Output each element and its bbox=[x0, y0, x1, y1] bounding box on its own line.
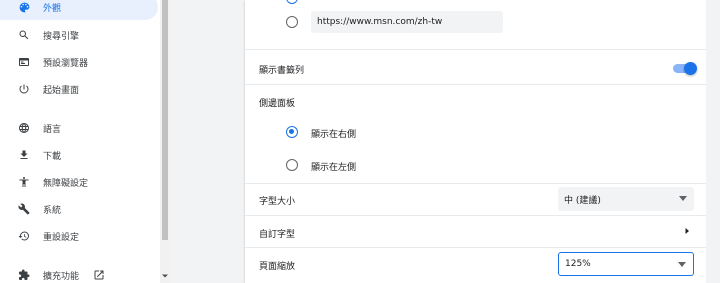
page-zoom-value: 125% bbox=[565, 259, 591, 269]
bookmarks-bar-label: 顯示書籤列 bbox=[259, 66, 305, 76]
search-icon bbox=[17, 28, 31, 42]
sidebar-item-default-browser[interactable]: 預設瀏覽器 bbox=[0, 49, 158, 75]
browser-icon bbox=[17, 55, 31, 69]
sidebar-item-label: 預設瀏覽器 bbox=[43, 58, 89, 69]
row-divider bbox=[245, 49, 706, 50]
sidebar-item-downloads[interactable]: 下載 bbox=[0, 142, 158, 168]
sidebar-item-label: 系統 bbox=[43, 205, 62, 216]
page-zoom-label: 頁面縮放 bbox=[259, 262, 296, 272]
sidebar-item-languages[interactable]: 語言 bbox=[0, 115, 158, 141]
accessibility-icon bbox=[17, 175, 31, 189]
page-zoom-select[interactable]: 125% bbox=[558, 252, 694, 276]
sidebar-scrollbar-thumb[interactable] bbox=[162, 0, 168, 240]
row-divider bbox=[245, 215, 706, 216]
sidebar-item-label: 起始畫面 bbox=[43, 85, 80, 96]
sidebar-item-search-engine[interactable]: 搜尋引擎 bbox=[0, 22, 158, 48]
row-divider bbox=[245, 84, 706, 85]
open-in-new-icon[interactable] bbox=[93, 269, 105, 281]
page-background bbox=[706, 0, 720, 283]
settings-sidebar: 外觀 搜尋引擎 預設瀏覽器 起始畫面 語言 下載 無障礙設定 系統 重設設定 擴… bbox=[0, 0, 160, 283]
globe-icon bbox=[17, 121, 31, 135]
homepage-url-input[interactable]: https://www.msn.com/zh-tw bbox=[311, 11, 503, 33]
sidebar-item-label: 下載 bbox=[43, 151, 62, 162]
dropdown-arrow-icon bbox=[679, 196, 687, 201]
font-size-value: 中 (建議) bbox=[564, 195, 601, 206]
homepage-custom-url-radio[interactable] bbox=[286, 16, 298, 28]
power-icon bbox=[17, 82, 31, 96]
font-size-label: 字型大小 bbox=[259, 197, 296, 207]
sidebar-item-label: 搜尋引擎 bbox=[43, 31, 80, 42]
bookmarks-bar-toggle-knob[interactable] bbox=[684, 62, 697, 75]
sidebar-item-reset-settings[interactable]: 重設設定 bbox=[0, 223, 158, 249]
side-panel-left-radio[interactable] bbox=[286, 159, 298, 171]
sidebar-item-appearance[interactable]: 外觀 bbox=[0, 0, 158, 20]
chevron-right-icon[interactable] bbox=[683, 226, 691, 236]
sidebar-item-system[interactable]: 系統 bbox=[0, 196, 158, 222]
side-panel-label: 側邊面板 bbox=[259, 99, 296, 109]
dropdown-arrow-icon bbox=[678, 262, 686, 267]
download-icon bbox=[17, 148, 31, 162]
appearance-settings-card: https://www.msn.com/zh-tw 顯示書籤列 側邊面板 顯示在… bbox=[245, 0, 706, 283]
row-divider bbox=[245, 183, 706, 184]
side-panel-left-label: 顯示在左側 bbox=[311, 163, 357, 173]
palette-icon bbox=[17, 0, 31, 14]
homepage-option-radio[interactable] bbox=[286, 0, 298, 4]
sidebar-item-extensions[interactable]: 擴充功能 bbox=[0, 262, 158, 283]
font-size-select[interactable]: 中 (建議) bbox=[558, 187, 694, 211]
wrench-icon bbox=[17, 202, 31, 216]
sidebar-item-label: 語言 bbox=[43, 124, 62, 135]
sidebar-item-label: 無障礙設定 bbox=[43, 178, 89, 189]
sidebar-item-accessibility[interactable]: 無障礙設定 bbox=[0, 169, 158, 195]
sidebar-item-on-startup[interactable]: 起始畫面 bbox=[0, 76, 158, 102]
puzzle-icon bbox=[17, 268, 31, 282]
sidebar-item-label: 重設設定 bbox=[43, 232, 80, 243]
row-divider bbox=[245, 247, 706, 248]
side-panel-right-label: 顯示在右側 bbox=[311, 130, 357, 140]
restore-icon bbox=[17, 229, 31, 243]
side-panel-right-radio[interactable] bbox=[286, 126, 298, 138]
custom-fonts-label: 自訂字型 bbox=[259, 230, 296, 240]
sidebar-item-label: 外觀 bbox=[43, 3, 62, 14]
scroll-down-arrow-icon[interactable] bbox=[160, 271, 170, 281]
sidebar-item-label: 擴充功能 bbox=[43, 271, 80, 282]
